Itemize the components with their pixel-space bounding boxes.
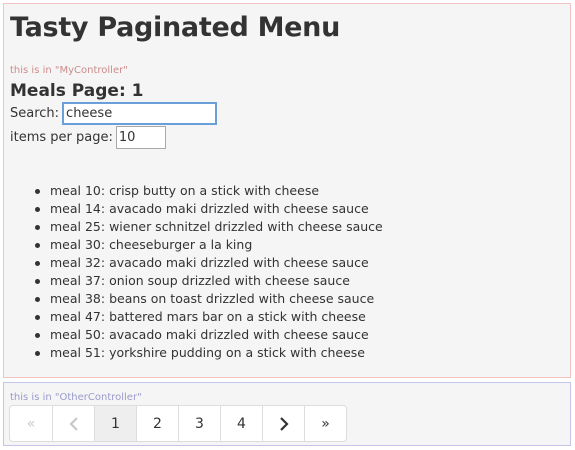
- bullet-icon: [35, 225, 40, 230]
- meal-text: meal 32: avacado maki drizzled with chee…: [50, 255, 369, 270]
- list-item: meal 37: onion soup drizzled with cheese…: [30, 272, 383, 290]
- bullet-icon: [35, 189, 40, 194]
- bullet-icon: [35, 243, 40, 248]
- bullet-icon: [35, 333, 40, 338]
- page-button-3[interactable]: 3: [178, 406, 220, 441]
- pagination: « 1 2 3 4 »: [9, 405, 347, 442]
- list-item: meal 32: avacado maki drizzled with chee…: [30, 254, 383, 272]
- list-item: meal 30: cheeseburger a la king: [30, 236, 383, 254]
- meal-list: meal 10: crisp butty on a stick with che…: [30, 182, 383, 362]
- other-controller-panel: this is in "OtherController" « 1 2 3 4 »: [3, 382, 571, 446]
- meal-text: meal 51: yorkshire pudding on a stick wi…: [50, 345, 365, 360]
- meal-text: meal 50: avacado maki drizzled with chee…: [50, 327, 369, 342]
- search-input[interactable]: [62, 102, 218, 125]
- list-item: meal 47: battered mars bar on a stick wi…: [30, 308, 383, 326]
- search-row: Search:: [10, 102, 218, 125]
- page-button-4[interactable]: 4: [220, 406, 262, 441]
- items-per-page-input[interactable]: [115, 126, 166, 149]
- next-page-button[interactable]: [262, 406, 304, 441]
- list-item: meal 10: crisp butty on a stick with che…: [30, 182, 383, 200]
- my-controller-panel: Tasty Paginated Menu this is in "MyContr…: [3, 3, 571, 378]
- items-per-page-label: items per page:: [10, 130, 113, 145]
- bullet-icon: [35, 351, 40, 356]
- bullet-icon: [35, 261, 40, 266]
- bullet-icon: [35, 315, 40, 320]
- my-controller-note: this is in "MyController": [10, 65, 128, 76]
- list-item: meal 25: wiener schnitzel drizzled with …: [30, 218, 383, 236]
- bullet-icon: [35, 279, 40, 284]
- bullet-icon: [35, 297, 40, 302]
- meal-text: meal 10: crisp butty on a stick with che…: [50, 183, 320, 198]
- meal-text: meal 38: beans on toast drizzled with ch…: [50, 291, 375, 306]
- meal-text: meal 25: wiener schnitzel drizzled with …: [50, 219, 383, 234]
- bullet-icon: [35, 207, 40, 212]
- previous-page-button[interactable]: [52, 406, 94, 441]
- page-button-2[interactable]: 2: [136, 406, 178, 441]
- page-button-1[interactable]: 1: [94, 406, 136, 441]
- list-item: meal 51: yorkshire pudding on a stick wi…: [30, 344, 383, 362]
- search-label: Search:: [10, 106, 60, 121]
- meal-text: meal 30: cheeseburger a la king: [50, 237, 253, 252]
- first-page-button[interactable]: «: [10, 406, 52, 441]
- list-item: meal 50: avacado maki drizzled with chee…: [30, 326, 383, 344]
- list-item: meal 14: avacado maki drizzled with chee…: [30, 200, 383, 218]
- meal-text: meal 47: battered mars bar on a stick wi…: [50, 309, 366, 324]
- meal-text: meal 14: avacado maki drizzled with chee…: [50, 201, 369, 216]
- list-item: meal 38: beans on toast drizzled with ch…: [30, 290, 383, 308]
- meal-text: meal 37: onion soup drizzled with cheese…: [50, 273, 350, 288]
- meals-page-heading: Meals Page: 1: [10, 81, 144, 101]
- other-controller-note: this is in "OtherController": [10, 392, 142, 403]
- chevron-left-icon: [68, 416, 78, 431]
- chevron-right-icon: [279, 416, 289, 431]
- items-per-page-row: items per page:: [10, 126, 166, 149]
- last-page-button[interactable]: »: [304, 406, 346, 441]
- page-title: Tasty Paginated Menu: [10, 12, 341, 43]
